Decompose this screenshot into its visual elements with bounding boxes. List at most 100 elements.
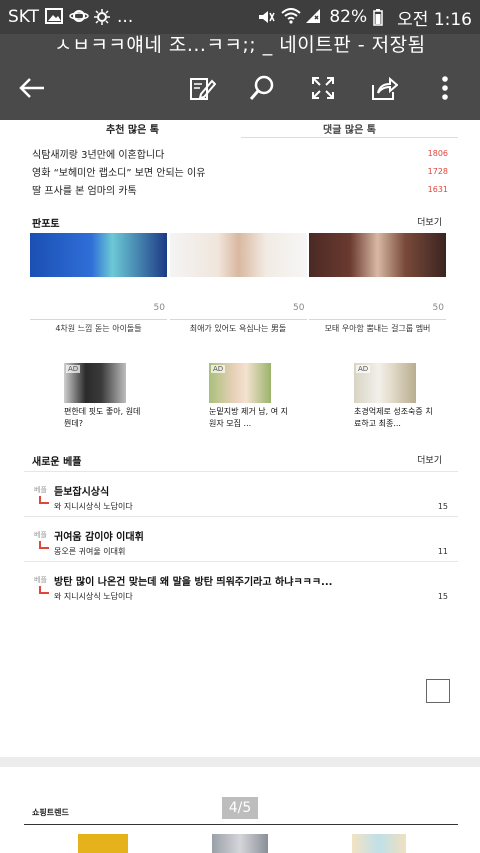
window-title: ㅅㅂㅋㅋ얘네 조...ㅋㅋ;; _ 네이트판 - 저장됨 [54,34,426,56]
ad-card[interactable]: AD 초경억제로 성조숙증 치료하고 최종... [354,363,433,430]
checkbox[interactable] [426,679,450,703]
photo-thumbnail [309,233,446,277]
more-options-button[interactable] [427,72,463,108]
gallery-icon [45,8,64,26]
best-count: 15 [437,592,448,601]
ranking-count: 1806 [427,148,448,158]
list-item[interactable]: 식탐새끼랑 3년만에 이혼합니다 1806 [32,144,448,162]
section-title: 새로운 베플 [32,457,82,468]
page-indicator: 4/5 [222,797,258,819]
browser-toolbar [0,60,480,120]
divider [169,319,307,320]
tab-recommended[interactable]: 추천 많은 톡 [24,120,241,138]
ad-badge: AD [356,365,371,373]
photo-thumbnail [169,233,307,277]
wifi-icon [281,8,302,26]
photo-count: 50 [293,303,305,313]
ranking-title: 식탐새끼랑 3년만에 이혼합니다 [32,149,165,161]
photo-count: 50 [432,303,444,313]
list-item[interactable]: 영화 “보헤미안 랩소디” 보면 안되는 이유 1728 [32,162,448,180]
battery-percent: 82% [329,7,368,27]
notification-more: ... [117,7,134,27]
reply-arrow-icon [39,541,49,549]
divider [309,319,446,320]
more-vert-icon [441,75,449,105]
window-title-bar: ㅅㅂㅋㅋ얘네 조...ㅋㅋ;; _ 네이트판 - 저장됨 [0,34,480,60]
ranking-title: 영화 “보헤미안 랩소디” 보면 안되는 이유 [32,167,206,179]
best-tag: 베플 [34,531,47,539]
product-thumbnail[interactable] [212,834,268,853]
ad-card[interactable]: AD 편한데 핏도 좋아, 원데 뭔데? [64,363,140,430]
best-tag: 베플 [34,486,47,494]
tab-most-comments[interactable]: 댓글 많은 톡 [241,120,458,138]
more-link[interactable]: 더보기 [417,453,442,468]
search-icon [248,74,276,106]
more-link[interactable]: 더보기 [417,215,442,230]
list-item[interactable]: 베플 귀여움 감이야 이대휘 몽오른 귀여울 이대휘 11 [24,516,458,561]
ad-badge: AD [211,365,226,373]
best-source: 와 지니시상식 노답이다 [54,502,133,511]
ad-thumbnail: AD [354,363,416,403]
photo-caption: 4차원 느낌 돋는 아이돌들 [55,324,142,333]
pannphoto-grid: 50 4차원 느낌 돋는 아이돌들 50 최애가 있어도 욕심나는 男돌 50 … [30,233,446,338]
planet-icon [69,8,89,26]
best-source: 와 지니시상식 노답이다 [54,592,133,601]
share-icon [370,75,399,105]
ranking-list: 식탐새끼랑 3년만에 이혼합니다 1806 영화 “보헤미안 랩소디” 보면 안… [32,144,448,198]
ad-thumbnail: AD [209,363,271,403]
photo-card[interactable]: 50 모태 우아함 뿜내는 걸그룹 멤버 [309,233,446,338]
fullscreen-button[interactable] [305,72,341,108]
section-title: 쇼핑트렌드 [32,808,69,817]
list-item[interactable]: 베플 듣보잡시상식 와 지니시상식 노답이다 15 [24,471,458,516]
ad-caption: 초경억제로 성조숙증 치료하고 최종... [354,407,433,428]
photo-card[interactable]: 50 최애가 있어도 욕심나는 男돌 [169,233,307,338]
ranking-title: 딸 프사를 본 엄마의 카톡 [32,185,137,197]
ad-thumbnail: AD [64,363,126,403]
mute-icon [257,8,276,26]
pannphoto-header: 판포토 더보기 [32,215,442,230]
ad-row: AD 편한데 핏도 좋아, 원데 뭔데? AD 눈밑지방 제거 남, 여 지원자… [64,363,433,430]
best-source: 몽오른 귀여울 이대휘 [54,547,126,556]
ad-caption: 편한데 핏도 좋아, 원데 뭔데? [64,407,141,428]
best-tag: 베플 [34,576,47,584]
ad-caption: 눈밑지방 제거 남, 여 지원자 모집 ... [209,407,288,428]
photo-caption: 최애가 있어도 욕심나는 男돌 [189,324,287,333]
photo-card[interactable]: 50 4차원 느낌 돋는 아이돌들 [30,233,167,338]
edit-button[interactable] [184,72,220,108]
best-title: 귀여움 감이야 이대휘 [54,532,144,543]
fullscreen-icon [310,75,336,105]
ranking-count: 1728 [427,166,448,176]
clock: 오전 1:16 [397,9,472,30]
list-item[interactable]: 베플 방탄 많이 나온건 맞는데 왜 말을 방탄 띄워주기라고 하냐ㅋㅋㅋ...… [24,561,458,606]
section-divider [0,757,480,767]
best-title: 듣보잡시상식 [54,487,110,498]
ranking-count: 1631 [427,184,448,194]
list-item[interactable]: 딸 프사를 본 엄마의 카톡 1631 [32,180,448,198]
share-button[interactable] [366,72,402,108]
photo-count: 50 [153,303,165,313]
web-page: 추천 많은 톡 댓글 많은 톡 식탐새끼랑 3년만에 이혼합니다 1806 영화… [0,120,480,853]
ad-card[interactable]: AD 눈밑지방 제거 남, 여 지원자 모집 ... [209,363,288,430]
newbest-header: 새로운 베플 더보기 [32,453,442,468]
battery-icon [373,8,391,26]
talk-tabs: 추천 많은 톡 댓글 많은 톡 [24,120,458,138]
best-reply-list: 베플 듣보잡시상식 와 지니시상식 노답이다 15 베플 귀여움 감이야 이대휘… [24,471,458,606]
product-thumbnail[interactable] [352,834,406,853]
product-thumbnail[interactable] [78,834,128,853]
status-bar: SKT ... 82% 오전 1:16 [0,0,480,34]
best-count: 11 [437,547,448,556]
signal-icon [305,8,323,26]
section-title: 판포토 [32,219,60,230]
ad-badge: AD [66,365,81,373]
divider [30,319,167,320]
search-button[interactable] [244,72,280,108]
back-button[interactable] [14,72,50,108]
photo-caption: 모태 우아함 뿜내는 걸그룹 멤버 [324,324,431,333]
back-arrow-icon [18,76,46,104]
carrier-label: SKT [8,7,40,27]
reply-arrow-icon [39,586,49,594]
weather-sun-icon [93,8,111,26]
best-count: 15 [437,502,448,511]
best-title: 방탄 많이 나온건 맞는데 왜 말을 방탄 띄워주기라고 하냐ㅋㅋㅋ... [54,577,333,588]
edit-note-icon [188,74,217,106]
